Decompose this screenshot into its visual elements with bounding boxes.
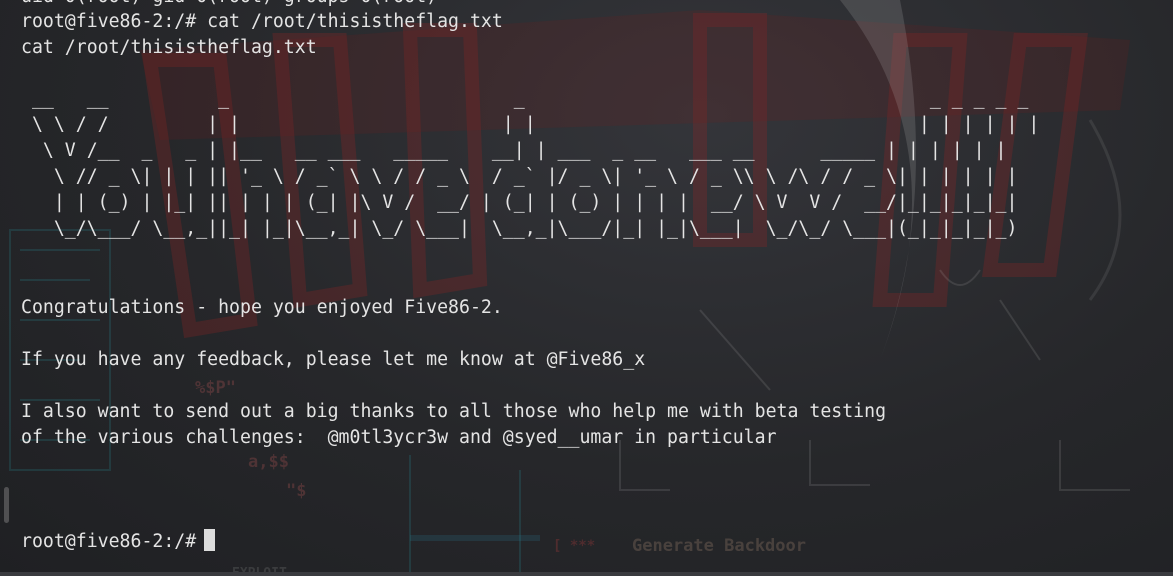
output-line-command: root@five86-2:/# cat /root/thisistheflag… [21,11,503,32]
text-cursor [204,529,216,551]
window-bottom-edge [0,572,1173,576]
feedback-message: If you have any feedback, please let me … [21,349,646,370]
wallpaper-dollar-2: a,$$ [248,452,289,472]
ascii-banner: __ __ _ _ _ _ _ _ _ \ \ / / | | | | | | … [31,88,1040,239]
thanks-message-line-2: of the various challenges: @m0tl3ycr3w a… [21,427,777,448]
terminal-window[interactable]: %$P" a,$$ "$ [ *** Generate Backdoor EXP… [0,0,1173,576]
output-line-echo: cat /root/thisistheflag.txt [21,37,317,58]
thanks-message-line-1: I also want to send out a big thanks to … [21,401,887,422]
prompt-line[interactable]: root@five86-2:/# [21,529,216,555]
wallpaper-dollar-1: %$P" [195,378,236,398]
congrats-message: Congratulations - hope you enjoyed Five8… [21,297,503,318]
shell-prompt: root@five86-2:/# [21,531,197,552]
wallpaper-button-prefix: [ *** [553,538,596,554]
wallpaper-backdoor-label: Generate Backdoor [632,536,806,556]
scrollbar-thumb[interactable] [4,487,9,523]
wallpaper-dollar-3: "$ [286,481,307,501]
